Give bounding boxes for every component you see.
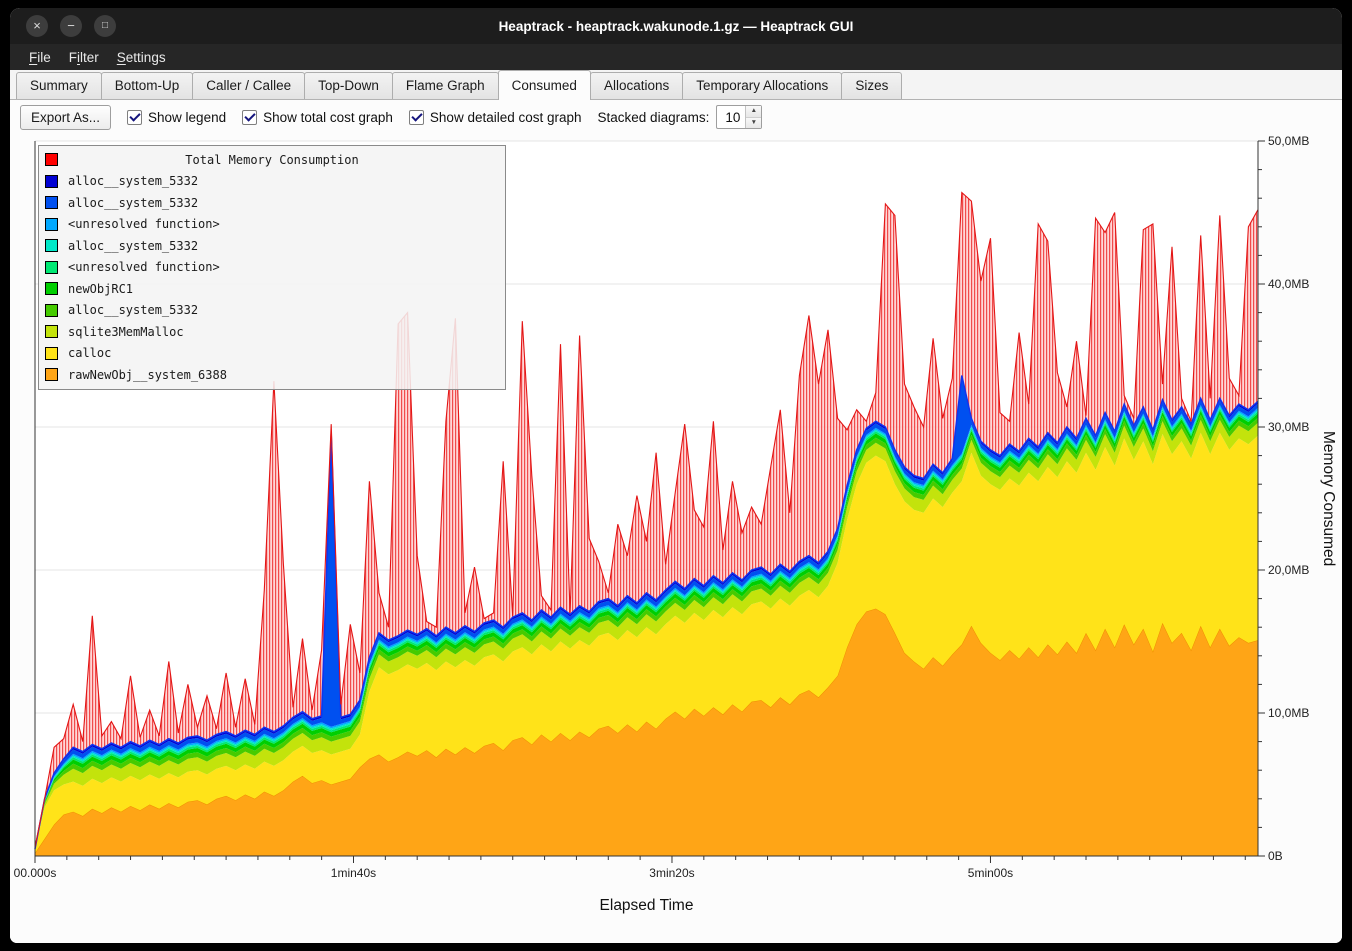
tab-sizes[interactable]: Sizes <box>841 72 902 99</box>
svg-text:00.000s: 00.000s <box>14 866 57 880</box>
toolbar-checkboxes: Show legend Show total cost graph Show det… <box>127 110 582 125</box>
stacked-diagrams-value[interactable]: 10 <box>717 106 745 128</box>
svg-text:20,0MB: 20,0MB <box>1268 563 1309 577</box>
svg-text:5min00s: 5min00s <box>968 866 1013 880</box>
legend-item: alloc__system_5332 <box>39 171 505 193</box>
title-bar: ×−□ Heaptrack - heaptrack.wakunode.1.gz … <box>10 8 1342 44</box>
legend-item: newObjRC1 <box>39 278 505 300</box>
tab-caller-callee[interactable]: Caller / Callee <box>192 72 305 99</box>
legend-label: calloc <box>68 346 111 360</box>
checkbox-label: Show total cost graph <box>263 110 393 125</box>
legend-item: rawNewObj__system_6388 <box>39 364 505 386</box>
toolbar: Export As... Show legend Show total cost … <box>10 100 1342 134</box>
legend-item: sqlite3MemMalloc <box>39 321 505 343</box>
svg-text:0B: 0B <box>1268 849 1283 863</box>
spinbox-up-button[interactable]: ▲ <box>746 106 761 118</box>
legend-swatch <box>45 325 58 338</box>
legend-swatch <box>45 261 58 274</box>
tab-allocations[interactable]: Allocations <box>590 72 683 99</box>
y-axis-title: Memory Consumed <box>1315 141 1341 856</box>
legend-label: newObjRC1 <box>68 282 133 296</box>
svg-text:10,0MB: 10,0MB <box>1268 706 1309 720</box>
app-window: ×−□ Heaptrack - heaptrack.wakunode.1.gz … <box>10 8 1342 943</box>
checkbox-show-detailed-cost-graph[interactable] <box>409 110 424 125</box>
legend-label: alloc__system_5332 <box>68 239 198 253</box>
tab-temporary-allocations[interactable]: Temporary Allocations <box>682 72 842 99</box>
svg-text:50,0MB: 50,0MB <box>1268 134 1309 148</box>
checkbox-show-legend[interactable] <box>127 110 142 125</box>
menu-filter[interactable]: Filter <box>60 47 108 68</box>
legend-item: alloc__system_5332 <box>39 300 505 322</box>
legend-label: <unresolved function> <box>68 260 220 274</box>
tab-summary[interactable]: Summary <box>16 72 102 99</box>
chart-legend: Total Memory Consumption alloc__system_53… <box>38 145 506 390</box>
legend-swatch <box>45 196 58 209</box>
check-show-detailed-cost-graph: Show detailed cost graph <box>409 110 582 125</box>
checkbox-show-total-cost-graph[interactable] <box>242 110 257 125</box>
legend-label: alloc__system_5332 <box>68 303 198 317</box>
legend-swatch <box>45 368 58 381</box>
legend-swatch <box>45 239 58 252</box>
legend-swatch <box>45 282 58 295</box>
legend-label: alloc__system_5332 <box>68 174 198 188</box>
legend-item: <unresolved function> <box>39 257 505 279</box>
stacked-diagrams-control: Stacked diagrams: 10 ▲ ▼ <box>598 105 763 129</box>
tab-bar: SummaryBottom-UpCaller / CalleeTop-DownF… <box>10 70 1342 100</box>
legend-item: calloc <box>39 343 505 365</box>
legend-label: Total Memory Consumption <box>69 153 475 167</box>
menu-settings[interactable]: Settings <box>108 47 175 68</box>
legend-label: alloc__system_5332 <box>68 196 198 210</box>
window-title: Heaptrack - heaptrack.wakunode.1.gz — He… <box>499 19 854 34</box>
checkbox-label: Show detailed cost graph <box>430 110 582 125</box>
legend-swatch <box>45 153 58 166</box>
chart-area: 00.000s 1min40s 3min20s 5min00s 0B 10,0MB 20,0… <box>10 134 1342 943</box>
tab-flame-graph[interactable]: Flame Graph <box>392 72 499 99</box>
legend-item: <unresolved function> <box>39 214 505 236</box>
legend-swatch <box>45 304 58 317</box>
legend-swatch <box>45 218 58 231</box>
tab-bottom-up[interactable]: Bottom-Up <box>101 72 194 99</box>
legend-label: <unresolved function> <box>68 217 220 231</box>
close-button[interactable]: × <box>26 15 48 37</box>
x-axis-title: Elapsed Time <box>35 897 1258 915</box>
minimize-button[interactable]: − <box>60 15 82 37</box>
legend-title-row: Total Memory Consumption <box>39 149 505 171</box>
svg-text:30,0MB: 30,0MB <box>1268 420 1309 434</box>
checkbox-label: Show legend <box>148 110 226 125</box>
spinbox-down-button[interactable]: ▼ <box>746 118 761 129</box>
maximize-button[interactable]: □ <box>94 15 116 37</box>
legend-label: sqlite3MemMalloc <box>68 325 184 339</box>
spinbox-steppers: ▲ ▼ <box>745 106 761 128</box>
svg-text:40,0MB: 40,0MB <box>1268 277 1309 291</box>
svg-text:3min20s: 3min20s <box>649 866 694 880</box>
check-show-legend: Show legend <box>127 110 226 125</box>
svg-text:1min40s: 1min40s <box>331 866 376 880</box>
export-as-button[interactable]: Export As... <box>20 105 111 130</box>
menu-bar: FileFilterSettings <box>10 44 1342 70</box>
legend-swatch <box>45 175 58 188</box>
legend-label: rawNewObj__system_6388 <box>68 368 227 382</box>
menu-file[interactable]: File <box>20 47 60 68</box>
legend-swatch <box>45 347 58 360</box>
legend-item: alloc__system_5332 <box>39 235 505 257</box>
check-show-total-cost-graph: Show total cost graph <box>242 110 393 125</box>
stacked-diagrams-spinbox[interactable]: 10 ▲ ▼ <box>716 105 762 129</box>
stacked-diagrams-label: Stacked diagrams: <box>598 110 710 125</box>
window-controls: ×−□ <box>26 15 116 37</box>
legend-item: alloc__system_5332 <box>39 192 505 214</box>
tab-top-down[interactable]: Top-Down <box>304 72 393 99</box>
tab-consumed[interactable]: Consumed <box>498 70 591 100</box>
